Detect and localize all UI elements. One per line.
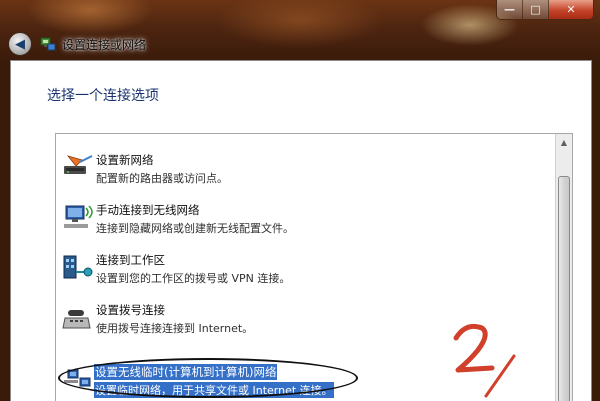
option-description: 连接到隐藏网络或创建新无线配置文件。: [96, 222, 294, 235]
adhoc-icon: [64, 369, 91, 387]
page-heading: 选择一个连接选项: [47, 88, 159, 104]
option-setup-new-network[interactable]: 设置新网络 配置新的路由器或访问点。: [62, 148, 522, 188]
window-controls: — □ ✕: [496, 0, 594, 20]
option-title: 连接到工作区: [96, 253, 165, 267]
option-connect-workplace[interactable]: 连接到工作区 设置到您的工作区的拨号或 VPN 连接。: [62, 248, 522, 288]
wizard-title: 设置连接或网络: [62, 38, 147, 52]
scrollbar-thumb[interactable]: [558, 176, 570, 401]
option-manual-wireless[interactable]: 手动连接到无线网络 连接到隐藏网络或创建新无线配置文件。: [62, 198, 522, 238]
back-button[interactable]: ◀: [8, 32, 32, 56]
network-setup-icon: [40, 37, 56, 51]
minimize-button[interactable]: —: [497, 0, 523, 19]
dialup-icon: [62, 310, 91, 329]
vertical-scrollbar[interactable]: ▲: [555, 134, 572, 401]
maximize-button[interactable]: □: [523, 0, 549, 19]
option-description: 使用拨号连接连接到 Internet。: [96, 322, 254, 335]
option-description: 配置新的路由器或访问点。: [96, 172, 228, 185]
option-title: 手动连接到无线网络: [96, 203, 200, 217]
wireless-icon: [64, 205, 93, 228]
option-title: 设置无线临时(计算机到计算机)网络: [94, 364, 278, 380]
workplace-icon: [63, 255, 93, 279]
handwritten-step-two-mark: [453, 323, 516, 398]
option-title: 设置拨号连接: [96, 303, 165, 317]
router-icon: [64, 155, 93, 174]
option-title: 设置新网络: [96, 153, 154, 167]
scroll-up-arrow-icon[interactable]: ▲: [556, 134, 572, 150]
close-button[interactable]: ✕: [549, 0, 593, 19]
option-description: 设置临时网络，用于共享文件或 Internet 连接。: [94, 382, 334, 398]
option-description: 设置到您的工作区的拨号或 VPN 连接。: [96, 272, 291, 285]
